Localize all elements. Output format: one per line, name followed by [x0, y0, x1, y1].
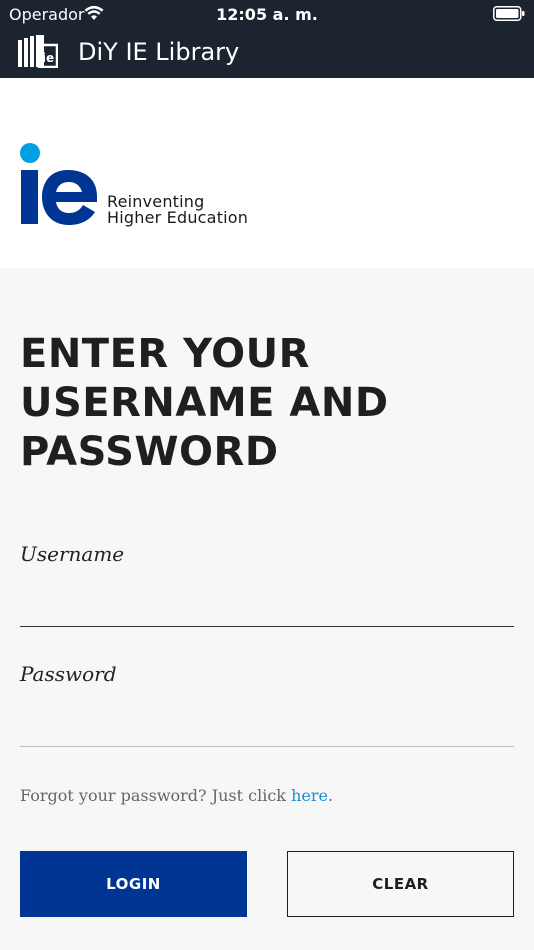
status-bar: Operador 12:05 a. m. — [0, 0, 534, 28]
brand-tagline: Reinventing Higher Education — [107, 194, 248, 226]
battery-icon — [493, 6, 525, 21]
forgot-password-text: Forgot your password? Just click here. — [20, 786, 333, 805]
app-logo-text: ie — [42, 51, 54, 65]
login-heading: ENTER YOUR USERNAME AND PASSWORD — [20, 330, 510, 477]
forgot-password-suffix: . — [327, 786, 334, 805]
forgot-password-prefix: Forgot your password? Just click — [20, 786, 286, 805]
password-label: Password — [20, 662, 117, 686]
clock: 12:05 a. m. — [216, 5, 318, 24]
app-bar: ie DiY IE Library — [0, 28, 534, 78]
tagline-line-2: Higher Education — [107, 208, 249, 227]
login-button[interactable]: LOGIN — [20, 851, 247, 917]
username-label: Username — [20, 542, 125, 566]
app-title: DiY IE Library — [78, 38, 240, 66]
top-bar: Operador 12:05 a. m. ie DiY IE Library — [0, 0, 534, 78]
heading-line-2: USERNAME AND — [20, 380, 389, 426]
ie-logo — [20, 143, 97, 225]
library-books-icon[interactable]: ie — [18, 34, 58, 68]
username-underline — [20, 626, 514, 627]
heading-line-3: PASSWORD — [20, 429, 279, 475]
heading-line-1: ENTER YOUR — [20, 331, 310, 377]
password-input[interactable] — [20, 710, 514, 744]
username-input[interactable] — [20, 590, 514, 624]
forgot-password-link[interactable]: here — [291, 786, 328, 805]
brand-header: Reinventing Higher Education — [0, 78, 534, 268]
clear-button[interactable]: CLEAR — [287, 851, 514, 917]
password-underline — [20, 746, 514, 747]
